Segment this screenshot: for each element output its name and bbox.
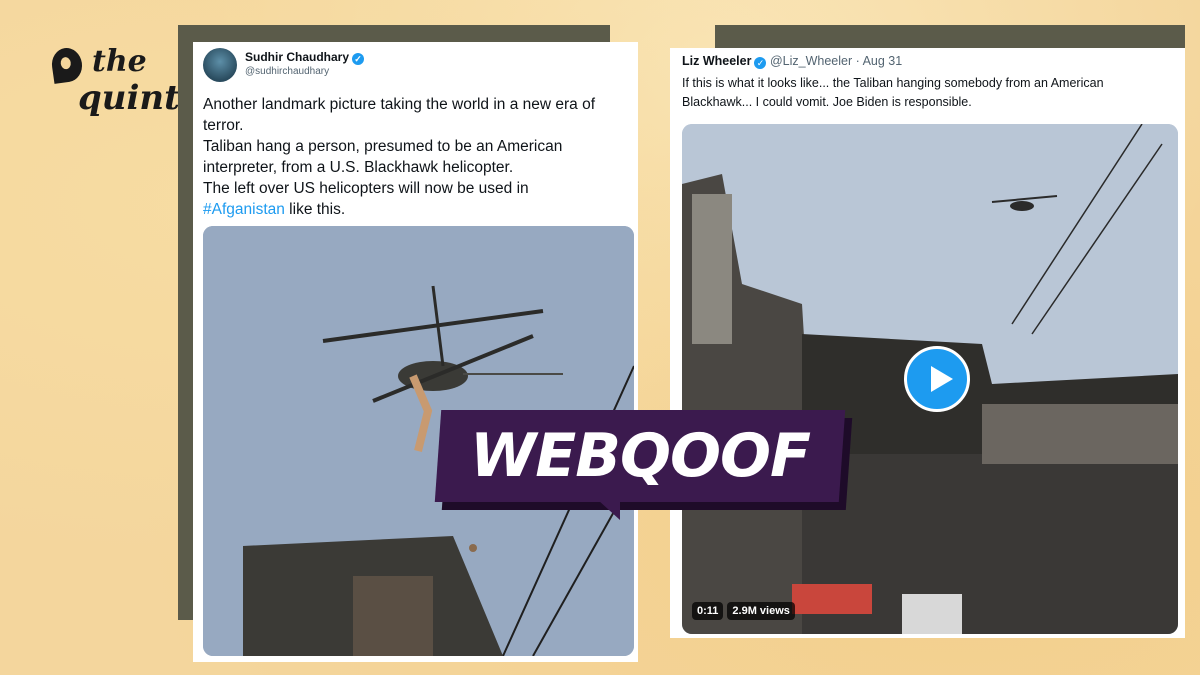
tweet-video[interactable]: 0:11 2.9M views (682, 124, 1178, 634)
author-name[interactable]: Liz Wheeler (682, 54, 751, 68)
logo-line-quint: quint (78, 78, 180, 118)
tweet-text: If this is what it looks like... the Tal… (682, 74, 1177, 112)
hashtag-link[interactable]: #Afganistan (203, 201, 285, 218)
video-views: 2.9M views (727, 602, 795, 620)
tweet-line: Blackhawk... I could vomit. Joe Biden is… (682, 95, 972, 109)
tweet-text: Another landmark picture taking the worl… (203, 94, 633, 220)
tweet-header: Liz Wheeler ✓ @Liz_Wheeler · Aug 31 (682, 54, 902, 69)
stamp-tail (598, 500, 620, 520)
author-name-text[interactable]: Sudhir Chaudhary (245, 50, 349, 64)
the-quint-logo: the quint (49, 44, 182, 134)
tweet-date[interactable]: Aug 31 (863, 54, 903, 68)
tweet-line: interpreter, from a U.S. Blackhawk helic… (203, 159, 514, 176)
tweet-line: The left over US helicopters will now be… (203, 180, 529, 197)
tweet-tail: like this. (284, 201, 346, 218)
avatar[interactable] (203, 48, 237, 82)
author-handle[interactable]: @sudhirchaudhary (245, 66, 329, 77)
author-name[interactable]: Sudhir Chaudhary ✓ (245, 50, 365, 65)
play-button[interactable] (904, 346, 970, 412)
video-meta: 0:11 2.9M views (692, 602, 795, 620)
verified-icon: ✓ (754, 57, 767, 69)
tweet-line-last: #Afganistan like this. (203, 199, 633, 220)
tweet-card-right[interactable]: Liz Wheeler ✓ @Liz_Wheeler · Aug 31 If th… (670, 48, 1185, 638)
tweet-card-left[interactable]: Sudhir Chaudhary ✓ @sudhirchaudhary Anoth… (193, 42, 638, 662)
separator-dot: · (855, 54, 860, 68)
tweet-line: Taliban hang a person, presumed to be an… (203, 138, 563, 155)
tweet-line: terror. (203, 117, 244, 134)
logo-line-the: the (92, 44, 147, 79)
video-duration: 0:11 (692, 602, 724, 620)
verified-icon: ✓ (352, 53, 365, 65)
webqoof-stamp: WEBQOOF (470, 421, 811, 491)
tweet-line: Another landmark picture taking the worl… (203, 96, 596, 113)
tweet-line: If this is what it looks like... the Tal… (682, 76, 1104, 90)
author-handle[interactable]: @Liz_Wheeler (770, 54, 852, 68)
